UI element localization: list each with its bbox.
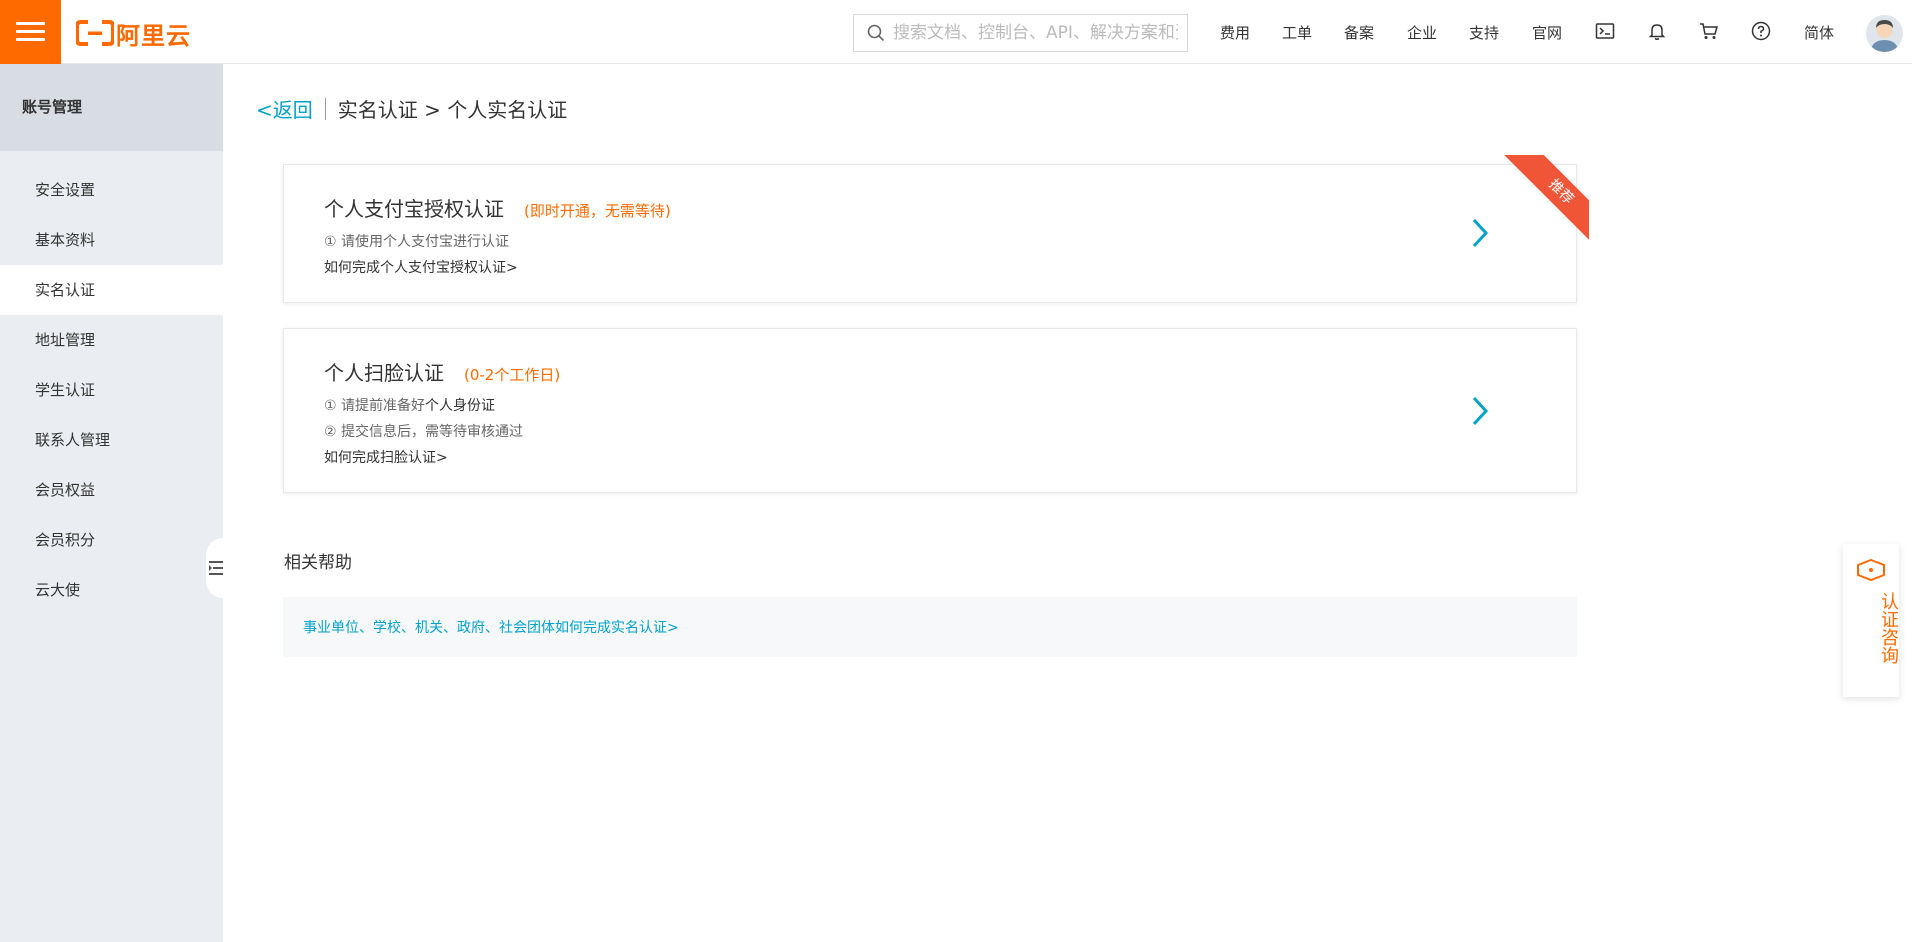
- sidebar-collapse-toggle[interactable]: [206, 538, 223, 598]
- alipay-how-to-link[interactable]: 如何完成个人支付宝授权认证>: [324, 257, 518, 277]
- sidebar-item-contacts[interactable]: 联系人管理: [0, 415, 223, 465]
- card-title-text: 个人支付宝授权认证: [324, 197, 504, 221]
- bell-icon[interactable]: [1647, 21, 1667, 41]
- sidebar-item-security-settings[interactable]: 安全设置: [0, 165, 223, 215]
- card-note-1: ① 请提前准备好个人身份证: [324, 395, 495, 415]
- recommend-ribbon: 推荐: [1489, 155, 1589, 255]
- sidebar-item-address[interactable]: 地址管理: [0, 315, 223, 365]
- face-scan-how-to-link[interactable]: 如何完成扫脸认证>: [324, 447, 448, 467]
- sidebar-item-basic-info[interactable]: 基本资料: [0, 215, 223, 265]
- nav-support[interactable]: 支持: [1469, 22, 1499, 43]
- consult-label: 认证咨询: [1878, 592, 1899, 664]
- nav-fees[interactable]: 费用: [1220, 22, 1250, 43]
- nav-ticket[interactable]: 工单: [1282, 22, 1312, 43]
- sidebar-item-member-points[interactable]: 会员积分: [0, 515, 223, 565]
- chevron-right-icon: [1472, 218, 1489, 248]
- back-link[interactable]: <返回: [256, 94, 313, 123]
- related-help-box: 事业单位、学校、机关、政府、社会团体如何完成实名认证>: [283, 597, 1577, 657]
- search-icon: [867, 24, 885, 42]
- language-switch[interactable]: 简体: [1804, 22, 1834, 43]
- nav-icp-filing[interactable]: 备案: [1344, 22, 1374, 43]
- face-scan-auth-card[interactable]: 个人扫脸认证 (0-2个工作日) ① 请提前准备好个人身份证 ② 提交信息后，需等…: [283, 328, 1577, 493]
- cart-icon[interactable]: [1699, 21, 1719, 41]
- card-note-1-prefix: ① 请提前准备好: [324, 398, 426, 414]
- card-title-text: 个人扫脸认证: [324, 361, 444, 385]
- org-auth-help-link[interactable]: 事业单位、学校、机关、政府、社会团体如何完成实名认证>: [303, 620, 679, 636]
- card-tag: (即时开通，无需等待): [524, 202, 671, 220]
- sidebar-item-student-auth[interactable]: 学生认证: [0, 365, 223, 415]
- related-help-title: 相关帮助: [284, 553, 352, 573]
- help-icon[interactable]: [1751, 21, 1771, 41]
- collapse-menu-icon: [209, 561, 223, 575]
- breadcrumb-divider: [324, 97, 326, 120]
- breadcrumb: <返回 实名认证 > 个人实名认证: [256, 94, 567, 123]
- breadcrumb-path: 实名认证 > 个人实名认证: [337, 98, 568, 122]
- auth-consult-button[interactable]: 认证咨询: [1843, 544, 1899, 697]
- logo-text: 阿里云: [116, 21, 191, 50]
- sidebar-item-cloud-ambassador[interactable]: 云大使: [0, 565, 223, 615]
- nav-official-site[interactable]: 官网: [1532, 22, 1562, 43]
- aliyun-logo[interactable]: 阿里云: [76, 18, 191, 50]
- recommend-ribbon-label: 推荐: [1501, 155, 1589, 252]
- card-note-1-bold: 个人身份证: [425, 398, 496, 414]
- sidebar-item-real-name-auth[interactable]: 实名认证: [0, 265, 223, 315]
- card-title: 个人扫脸认证 (0-2个工作日): [324, 357, 560, 386]
- chevron-right-icon: [1472, 396, 1489, 426]
- top-bar: 阿里云 费用 工单 备案 企业 支持 官网 简体: [0, 0, 1912, 64]
- alipay-auth-card[interactable]: 个人支付宝授权认证 (即时开通，无需等待) ① 请使用个人支付宝进行认证 如何完成…: [283, 155, 1589, 303]
- terminal-icon[interactable]: [1595, 21, 1615, 41]
- aliyun-logo-icon: [76, 20, 114, 46]
- hamburger-menu-button[interactable]: [0, 0, 61, 64]
- avatar[interactable]: [1866, 15, 1903, 52]
- user-avatar-icon: [1870, 20, 1899, 52]
- card-tag: (0-2个工作日): [464, 366, 561, 384]
- card-note-2: ② 提交信息后，需等待审核通过: [324, 424, 524, 440]
- consult-hexagon-icon: [1857, 558, 1885, 582]
- sidebar-item-member-benefits[interactable]: 会员权益: [0, 465, 223, 515]
- search-input[interactable]: [893, 23, 1178, 43]
- card-title: 个人支付宝授权认证 (即时开通，无需等待): [324, 193, 671, 222]
- sidebar-title: 账号管理: [0, 64, 223, 151]
- nav-enterprise[interactable]: 企业: [1407, 22, 1437, 43]
- sidebar: 账号管理 安全设置 基本资料 实名认证 地址管理 学生认证 联系人管理 会员权益…: [0, 64, 223, 942]
- search-box[interactable]: [853, 14, 1188, 52]
- card-note-1: ① 请使用个人支付宝进行认证: [324, 234, 510, 250]
